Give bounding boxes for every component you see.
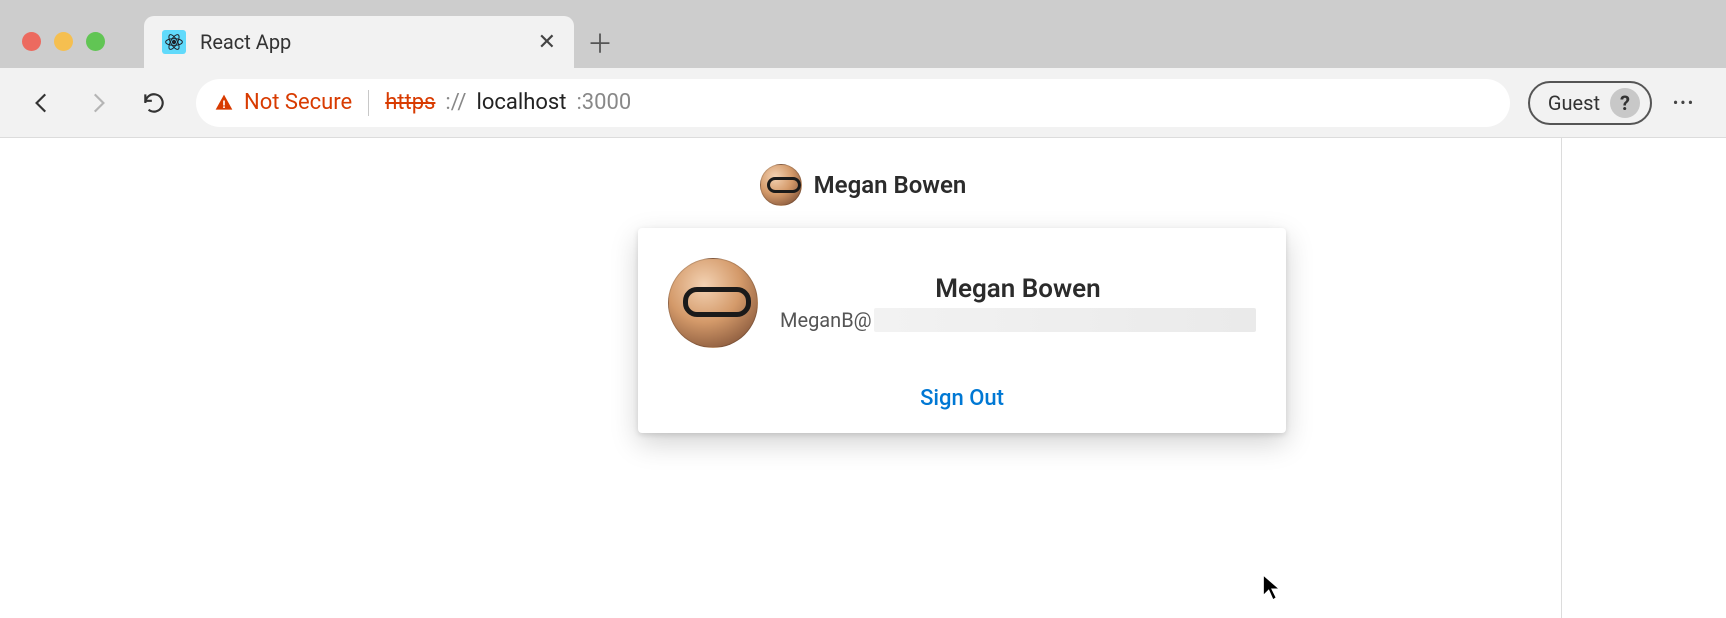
account-flyout: Megan Bowen MeganB@ Sign Out: [638, 228, 1286, 433]
user-avatar-icon: [760, 164, 802, 206]
separator: [368, 90, 369, 116]
window-close-button[interactable]: [22, 32, 41, 51]
flyout-user-name: Megan Bowen: [935, 274, 1100, 304]
security-warning-icon: [214, 93, 234, 113]
url-scheme: https: [385, 90, 435, 115]
flyout-email: MeganB@: [780, 308, 1256, 332]
url-separator: ://: [445, 90, 466, 115]
browser-chrome: React App ✕ ＋ Not Secure https :// localho…: [0, 0, 1726, 138]
browser-toolbar: Not Secure https :// localhost :3000 Guest …: [0, 68, 1726, 138]
email-redacted: [874, 308, 1256, 332]
back-button[interactable]: [18, 79, 66, 127]
new-tab-button[interactable]: ＋: [574, 16, 626, 68]
account-summary-row: Megan Bowen MeganB@: [668, 258, 1256, 348]
forward-button[interactable]: [74, 79, 122, 127]
profile-label: Guest: [1548, 91, 1600, 115]
sign-out-button[interactable]: Sign Out: [668, 386, 1256, 411]
browser-tab[interactable]: React App ✕: [144, 16, 574, 68]
url-port: :3000: [576, 90, 631, 115]
window-maximize-button[interactable]: [86, 32, 105, 51]
tab-title: React App: [200, 30, 524, 54]
window-controls: [22, 32, 105, 51]
profile-button[interactable]: Guest ?: [1528, 81, 1652, 125]
page-content: Megan Bowen Megan Bowen MeganB@ Sign Out: [0, 138, 1726, 618]
guest-avatar-icon: ?: [1610, 88, 1640, 118]
account-info: Megan Bowen MeganB@: [780, 274, 1256, 332]
react-icon: [162, 30, 186, 54]
email-prefix: MeganB@: [780, 308, 872, 332]
tab-strip: React App ✕ ＋: [0, 0, 1726, 68]
reload-button[interactable]: [130, 79, 178, 127]
security-status: Not Secure: [244, 90, 352, 115]
user-avatar-large-icon: [668, 258, 758, 348]
url-host: localhost: [477, 90, 567, 115]
overflow-menu-button[interactable]: •••: [1660, 79, 1708, 127]
window-minimize-button[interactable]: [54, 32, 73, 51]
tab-close-button[interactable]: ✕: [538, 30, 556, 55]
address-bar[interactable]: Not Secure https :// localhost :3000: [196, 79, 1510, 127]
